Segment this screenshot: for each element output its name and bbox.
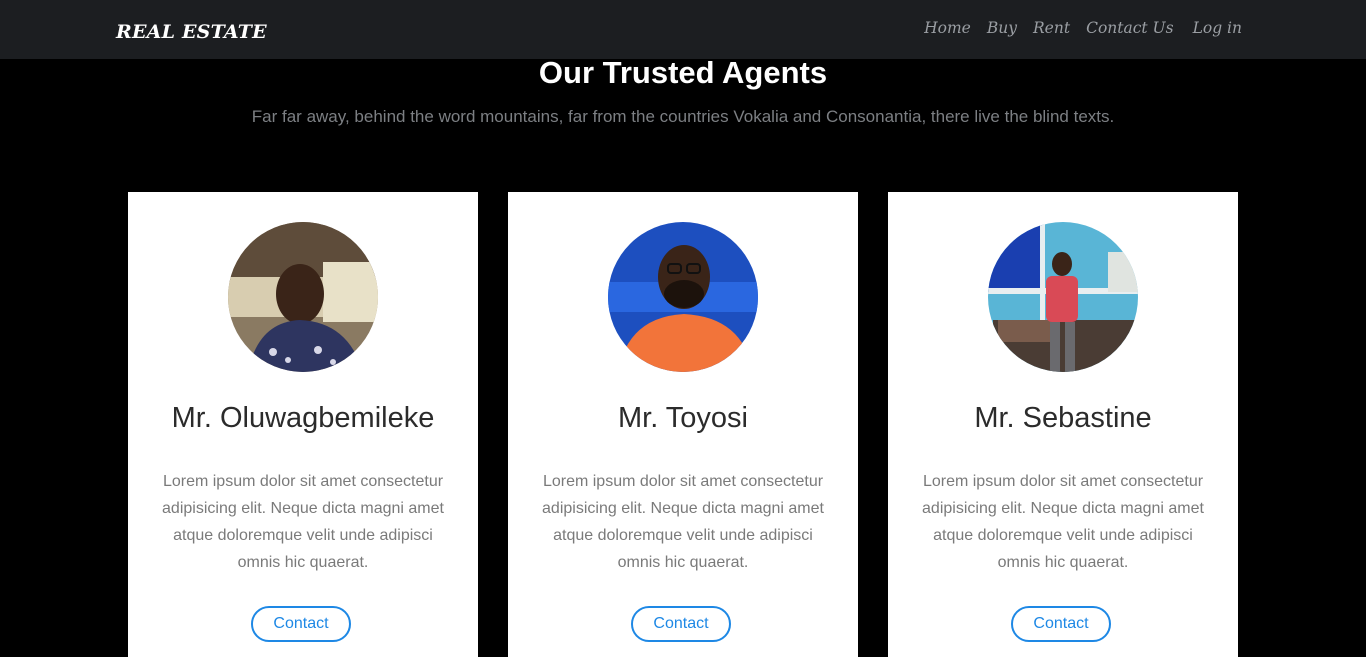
agent-card: Mr. Sebastine Lorem ipsum dolor sit amet… — [888, 192, 1238, 657]
agent-photo — [988, 222, 1138, 372]
nav-link-rent[interactable]: Rent — [1033, 19, 1070, 37]
agent-photo — [608, 222, 758, 372]
nav-link-buy[interactable]: Buy — [987, 19, 1017, 37]
contact-button[interactable]: Contact — [1011, 606, 1111, 642]
contact-button[interactable]: Contact — [631, 606, 731, 642]
agent-description: Lorem ipsum dolor sit amet consectetur a… — [162, 473, 444, 571]
agent-photo — [228, 222, 378, 372]
section-subtitle: Far far away, behind the word mountains,… — [251, 107, 1115, 126]
agent-name: Mr. Toyosi — [617, 402, 748, 434]
nav-links: Home Buy Rent Contact Us Log in — [908, 19, 1242, 37]
agent-name: Mr. Sebastine — [974, 402, 1152, 434]
section-title: Our Trusted Agents — [538, 55, 828, 90]
navbar: REAL ESTATE Home Buy Rent Contact Us Log… — [0, 0, 1366, 59]
nav-link-home[interactable]: Home — [924, 19, 971, 37]
agent-description: Lorem ipsum dolor sit amet consectetur a… — [922, 473, 1204, 571]
nav-link-log-in[interactable]: Log in — [1193, 19, 1242, 37]
agent-card: Mr. Oluwagbemileke Lorem ipsum dolor sit… — [128, 192, 478, 657]
agent-card: Mr. Toyosi Lorem ipsum dolor sit amet co… — [508, 192, 858, 657]
contact-button[interactable]: Contact — [251, 606, 351, 642]
brand-logo[interactable]: REAL ESTATE — [116, 21, 267, 43]
agent-description: Lorem ipsum dolor sit amet consectetur a… — [542, 473, 824, 571]
nav-link-contact-us[interactable]: Contact Us — [1086, 19, 1174, 37]
agent-name: Mr. Oluwagbemileke — [171, 402, 435, 434]
